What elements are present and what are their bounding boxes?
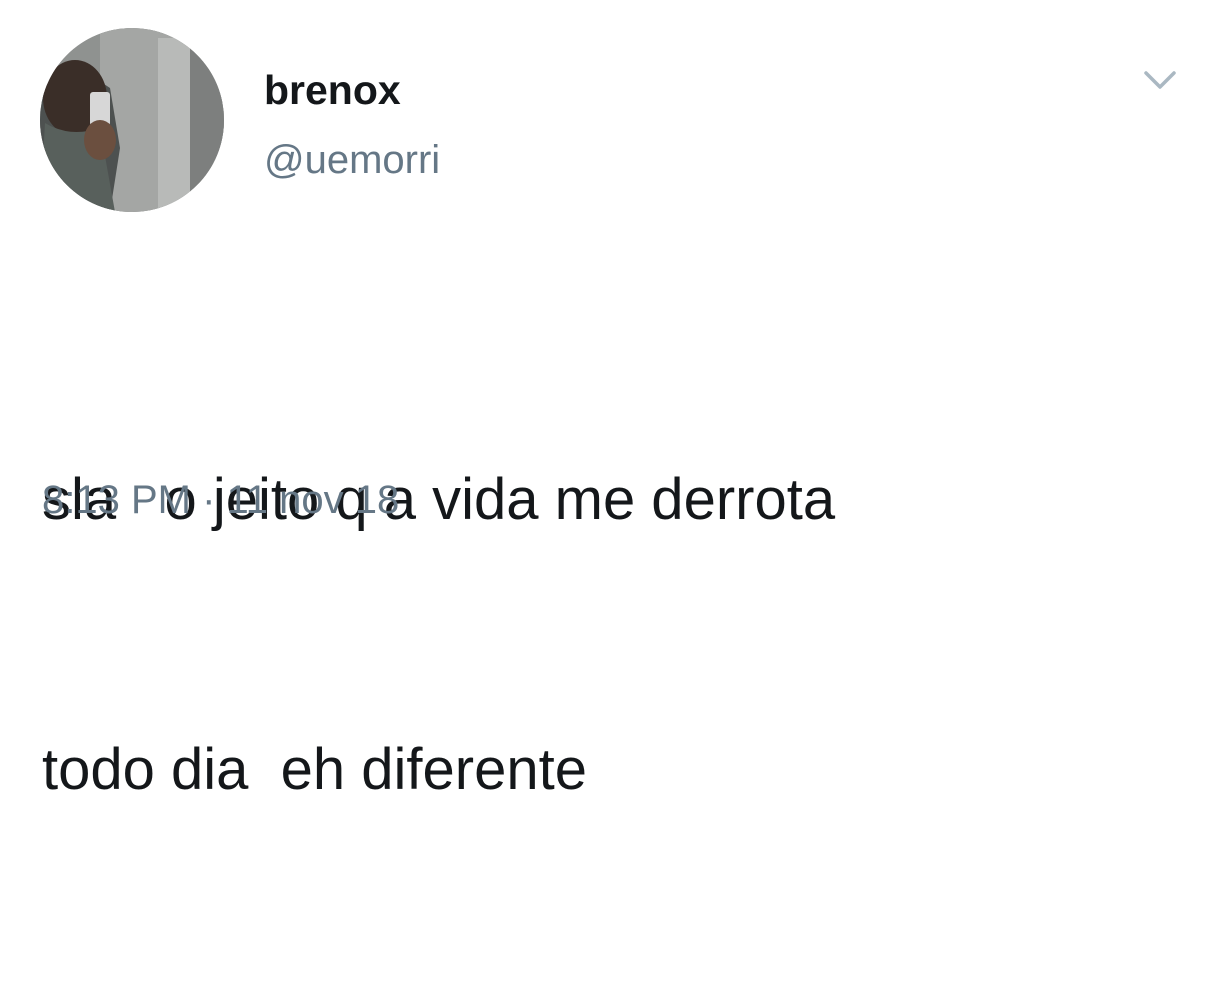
tweet-time: 8:13 PM	[42, 478, 191, 522]
tweet-text: sla o jeito q a vida me derrota todo dia…	[42, 275, 1182, 995]
meta-separator: ·	[190, 478, 227, 522]
tweet-menu-button[interactable]	[1138, 60, 1182, 100]
author-handle[interactable]: @uemorri	[264, 136, 440, 184]
author-display-name[interactable]: brenox	[264, 66, 401, 114]
tweet-text-line: todo dia eh diferente	[42, 737, 587, 802]
profile-photo-icon	[40, 28, 224, 212]
tweet-timestamp[interactable]: 8:13 PM · 11 nov 18	[42, 474, 399, 526]
tweet-date: 11 nov 18	[226, 478, 400, 522]
chevron-down-icon	[1144, 71, 1176, 89]
avatar[interactable]	[40, 28, 224, 212]
tweet-card: brenox @uemorri sla o jeito q a vida me …	[0, 0, 1218, 802]
